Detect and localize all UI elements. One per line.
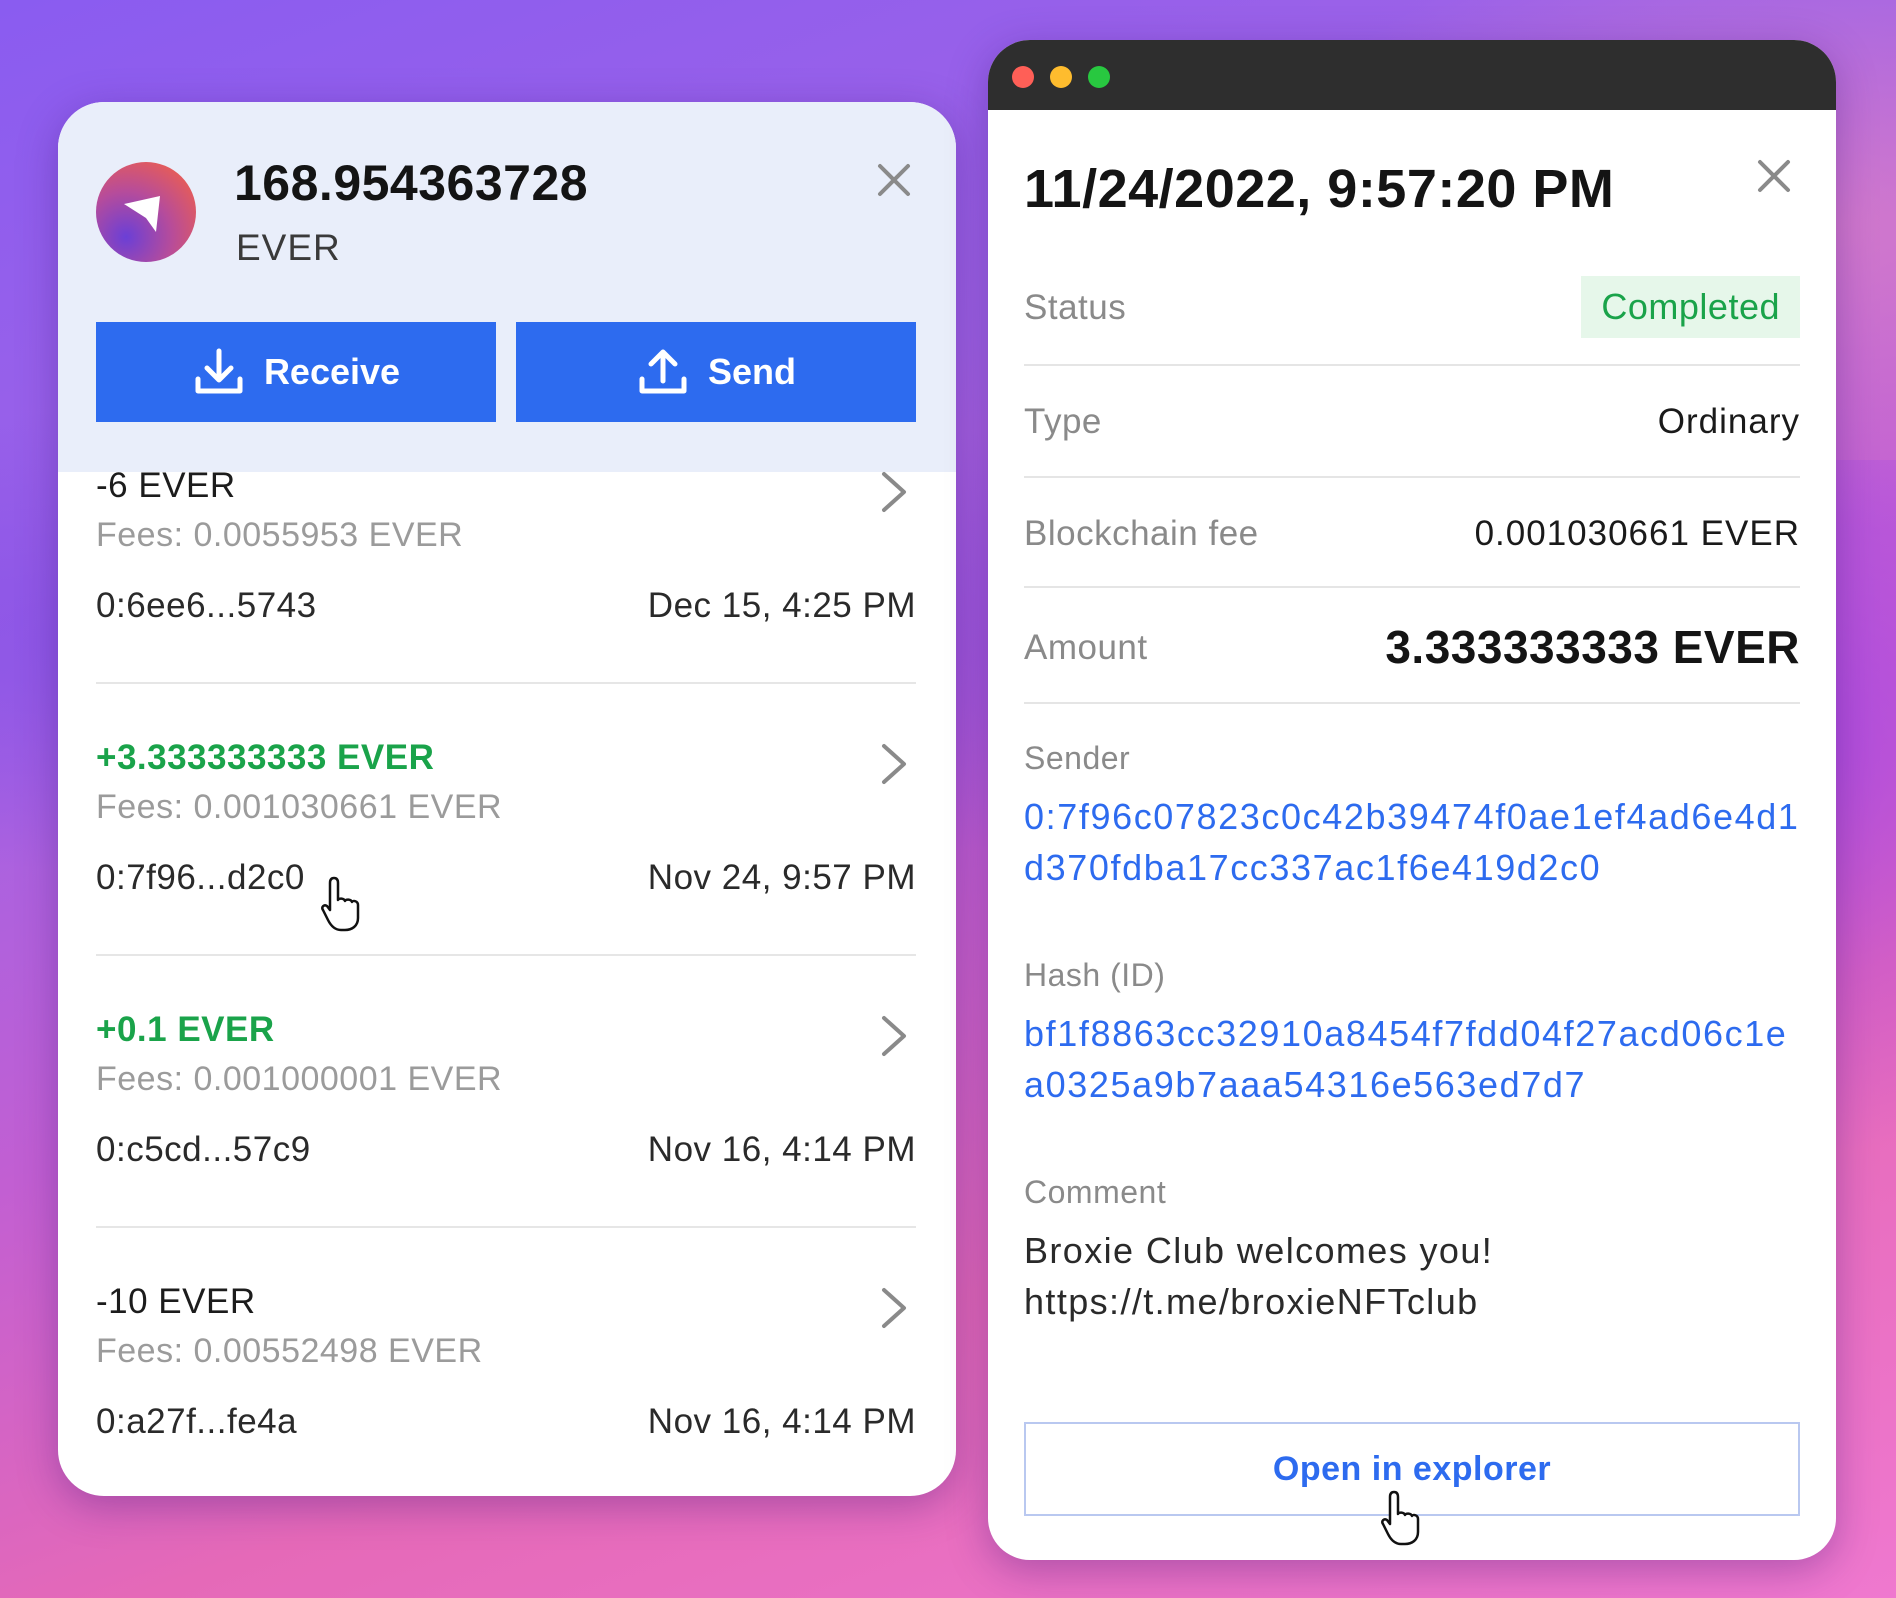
transaction-date: Dec 15, 4:25 PM bbox=[647, 586, 916, 625]
fee-label: Blockchain fee bbox=[1024, 514, 1259, 553]
window-zoom-dot[interactable] bbox=[1088, 66, 1110, 88]
transaction-item[interactable]: +0.1 EVER Fees: 0.001000001 EVER 0:c5cd.… bbox=[96, 1006, 916, 1278]
divider bbox=[96, 954, 916, 956]
divider bbox=[1024, 476, 1800, 478]
transaction-date: Nov 16, 4:14 PM bbox=[647, 1130, 916, 1169]
transaction-address: 0:6ee6...5743 bbox=[96, 586, 317, 625]
transaction-amount: -10 EVER bbox=[96, 1282, 256, 1321]
transaction-fees: Fees: 0.001000001 EVER bbox=[96, 1060, 503, 1098]
chevron-right-icon bbox=[882, 1288, 906, 1328]
ever-token-logo-icon bbox=[96, 162, 196, 262]
transaction-item[interactable]: +3.333333333 EVER Fees: 0.001030661 EVER… bbox=[96, 734, 916, 1006]
transaction-fees: Fees: 0.00552498 EVER bbox=[96, 1332, 483, 1370]
fee-value: 0.001030661 EVER bbox=[1474, 514, 1800, 553]
download-icon bbox=[195, 348, 243, 394]
divider bbox=[1024, 586, 1800, 588]
status-badge: Completed bbox=[1581, 276, 1800, 338]
wallet-balance: 168.954363728 bbox=[234, 155, 589, 211]
amount-value: 3.333333333 EVER bbox=[1385, 621, 1800, 673]
receive-label: Receive bbox=[263, 351, 401, 392]
send-button[interactable]: Send bbox=[516, 322, 916, 422]
window-titlebar bbox=[988, 40, 1836, 110]
comment-label: Comment bbox=[1024, 1174, 1167, 1210]
chevron-right-icon bbox=[882, 1016, 906, 1056]
status-label: Status bbox=[1024, 288, 1127, 327]
hand-cursor-icon bbox=[321, 876, 360, 932]
transaction-fees: Fees: 0.001030661 EVER bbox=[96, 788, 503, 826]
window-minimize-dot[interactable] bbox=[1050, 66, 1072, 88]
amount-label: Amount bbox=[1024, 628, 1148, 667]
transaction-fees: Fees: 0.0055953 EVER bbox=[96, 516, 464, 554]
hash-label: Hash (ID) bbox=[1024, 957, 1166, 993]
type-value: Ordinary bbox=[1657, 402, 1800, 441]
transaction-address: 0:c5cd...57c9 bbox=[96, 1130, 311, 1169]
send-label: Send bbox=[707, 351, 796, 392]
transaction-amount: +3.333333333 EVER bbox=[96, 738, 435, 777]
sender-address-link[interactable]: 0:7f96c07823c0c42b39474f0ae1ef4ad6e4d1d3… bbox=[1024, 791, 1804, 893]
open-in-explorer-label: Open in explorer bbox=[1272, 1449, 1552, 1488]
divider bbox=[96, 1226, 916, 1228]
transaction-date: Nov 24, 9:57 PM bbox=[647, 858, 916, 897]
divider bbox=[1024, 364, 1800, 366]
comment-text: Broxie Club welcomes you! https://t.me/b… bbox=[1024, 1230, 1494, 1322]
sender-label: Sender bbox=[1024, 740, 1131, 776]
transaction-datetime-title: 11/24/2022, 9:57:20 PM bbox=[1024, 159, 1615, 219]
upload-icon bbox=[639, 349, 687, 394]
transaction-amount: +0.1 EVER bbox=[96, 1010, 275, 1049]
chevron-right-icon bbox=[882, 472, 906, 512]
window-close-dot[interactable] bbox=[1012, 66, 1034, 88]
chevron-right-icon bbox=[882, 744, 906, 784]
divider bbox=[96, 682, 916, 684]
wallet-header: 168.954363728 EVER Receive Send bbox=[58, 102, 956, 472]
hash-link[interactable]: bf1f8863cc32910a8454f7fdd04f27acd06c1ea0… bbox=[1024, 1008, 1804, 1110]
close-icon[interactable] bbox=[1752, 154, 1796, 198]
transaction-address: 0:a27f...fe4a bbox=[96, 1402, 298, 1441]
receive-button[interactable]: Receive bbox=[96, 322, 496, 422]
transaction-address[interactable]: 0:7f96...d2c0 bbox=[96, 858, 305, 898]
hand-cursor-icon bbox=[1381, 1490, 1420, 1546]
wallet-ticker: EVER bbox=[236, 227, 341, 268]
transaction-amount: -6 EVER bbox=[96, 466, 236, 505]
divider bbox=[1024, 702, 1800, 704]
transaction-details-window: 11/24/2022, 9:57:20 PM Status Completed … bbox=[988, 40, 1836, 1560]
transaction-item[interactable]: -10 EVER Fees: 0.00552498 EVER 0:a27f...… bbox=[96, 1278, 916, 1478]
transaction-item[interactable]: -6 EVER Fees: 0.0055953 EVER 0:6ee6...57… bbox=[96, 462, 916, 682]
type-label: Type bbox=[1024, 402, 1102, 441]
wallet-panel: 168.954363728 EVER Receive Send -6 EVER … bbox=[58, 102, 956, 1496]
transaction-date: Nov 16, 4:14 PM bbox=[647, 1402, 916, 1441]
close-icon[interactable] bbox=[872, 158, 916, 202]
